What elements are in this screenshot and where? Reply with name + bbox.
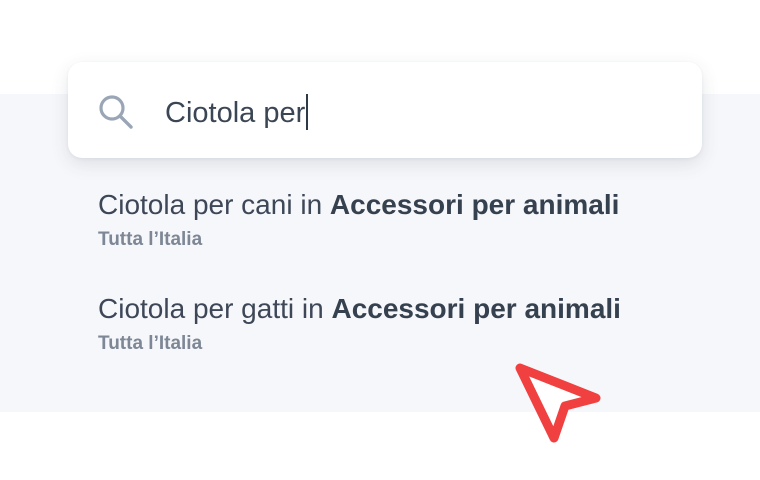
suggestion-location: Tutta l’Italia <box>98 333 203 354</box>
cursor-arrow-icon <box>515 363 601 443</box>
suggestion-category: Accessori per animali <box>331 293 621 324</box>
search-input[interactable]: Ciotola per <box>165 91 309 135</box>
suggestion-connector: in <box>292 189 330 220</box>
suggestion-title: Ciotola per gatti in Accessori per anima… <box>98 291 718 327</box>
suggestion-query: Ciotola per cani <box>98 189 293 220</box>
search-input-text: Ciotola per <box>165 97 306 129</box>
search-box[interactable] <box>68 62 702 158</box>
search-icon <box>99 95 133 129</box>
suggestion-item[interactable]: Ciotola per cani in Accessori per animal… <box>98 187 718 251</box>
canvas: Ciotola per Ciotola per cani in Accessor… <box>0 0 760 480</box>
suggestion-title: Ciotola per cani in Accessori per animal… <box>98 187 718 223</box>
suggestion-category: Accessori per animali <box>329 189 620 220</box>
text-caret <box>306 94 309 131</box>
suggestion-connector: in <box>294 293 332 324</box>
suggestion-item[interactable]: Ciotola per gatti in Accessori per anima… <box>98 291 718 355</box>
suggestion-location: Tutta l’Italia <box>98 229 203 250</box>
suggestion-query: Ciotola per gatti <box>98 293 295 324</box>
